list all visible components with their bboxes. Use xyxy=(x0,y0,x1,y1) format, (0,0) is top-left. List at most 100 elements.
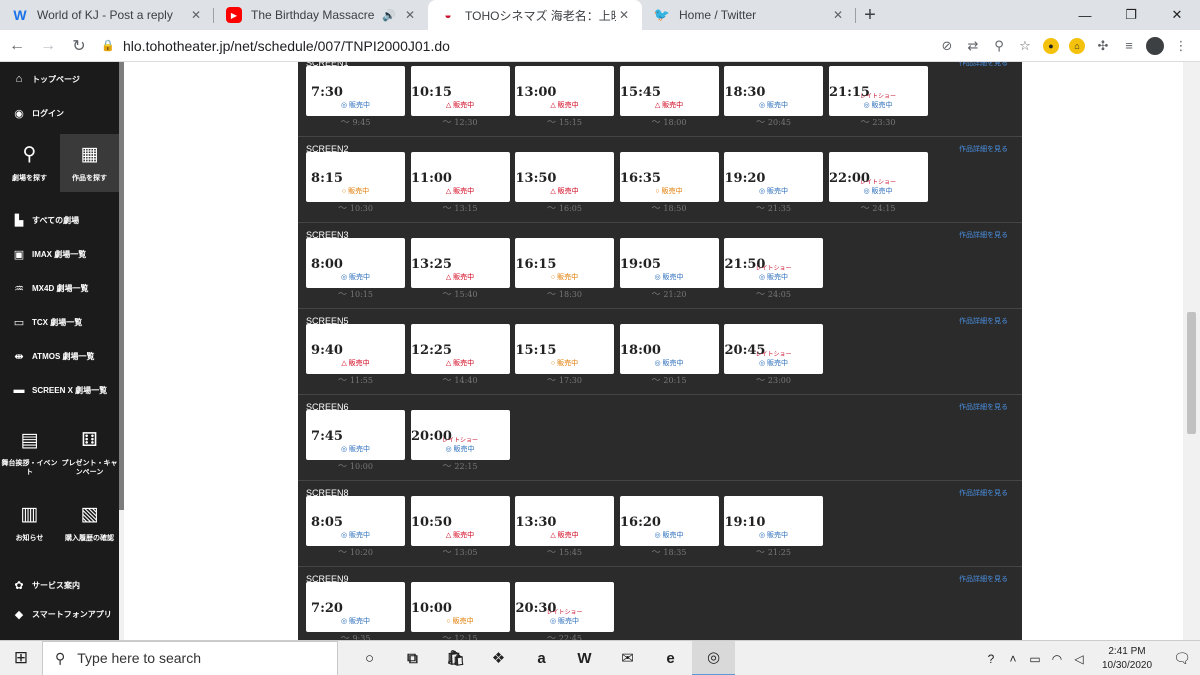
office-icon[interactable]: W xyxy=(563,641,606,675)
showtime-card[interactable]: 18:00 ～ 20:15 ◎ 販売中 xyxy=(619,324,719,386)
showtime-card[interactable]: 10:00 ～ 12:15 ○ 販売中 xyxy=(410,582,510,640)
clock[interactable]: 2:41 PM 10/30/2020 xyxy=(1090,645,1164,673)
windows-start-icon[interactable]: ⊞ xyxy=(0,641,42,675)
sidebar-item[interactable]: ◉ ログイン xyxy=(0,102,119,124)
tab-2[interactable]: ▶ The Birthday Massacre - Sup 🔊 ✕ xyxy=(214,0,428,30)
mail-icon[interactable]: ✉ xyxy=(606,641,649,675)
detail-link[interactable]: 作品詳細を見る xyxy=(959,574,1008,584)
showtime-card[interactable]: 13:25 ～ 15:40 △ 販売中 xyxy=(410,238,510,300)
task-view-icon[interactable]: ⧉ xyxy=(391,641,434,675)
battery-icon[interactable]: ▭ xyxy=(1024,652,1046,666)
forward-button[interactable]: → xyxy=(34,32,62,60)
showtime-card[interactable]: 15:15 ～ 17:30 ○ 販売中 xyxy=(515,324,614,386)
extension-a-icon[interactable]: ● xyxy=(1043,37,1059,54)
showtime-card[interactable]: 12:25 ～ 14:40 △ 販売中 xyxy=(410,324,510,386)
sidebar-scrollbar-thumb[interactable] xyxy=(119,62,124,510)
tab-close-icon[interactable]: ✕ xyxy=(830,8,846,22)
detail-link[interactable]: 作品詳細を見る xyxy=(959,144,1008,154)
showtime-card[interactable]: 7:20 ～ 9:35 ◎ 販売中 xyxy=(306,582,405,640)
sidebar-tile[interactable]: ▥ お知らせ xyxy=(0,490,59,556)
showtime-card[interactable]: 19:10 ～ 21:25 ◎ 販売中 xyxy=(724,496,823,558)
sidebar-item[interactable]: ▭ TCX 劇場一覧 xyxy=(0,311,119,333)
showtime-card[interactable]: 13:30 ～ 15:45 △ 販売中 xyxy=(515,496,614,558)
tab-4[interactable]: 🐦 Home / Twitter ✕ xyxy=(642,0,856,30)
showtime-card[interactable]: 7:45 ～ 10:00 ◎ 販売中 xyxy=(306,410,405,472)
blocked-icon[interactable]: ⊘ xyxy=(934,33,960,59)
showtime-card[interactable]: 18:30 ～ 20:45 ◎ 販売中 xyxy=(724,66,823,128)
store-icon[interactable]: 🛍 xyxy=(434,641,477,675)
detail-link[interactable]: 作品詳細を見る xyxy=(959,488,1008,498)
volume-icon[interactable]: ◁ xyxy=(1068,652,1090,666)
sidebar-item[interactable]: ▬ SCREEN X 劇場一覧 xyxy=(0,379,119,401)
sidebar-tile[interactable]: ⚲ 劇場を探す xyxy=(0,134,59,192)
tab-close-icon[interactable]: ✕ xyxy=(402,8,418,22)
sidebar-item[interactable]: ⇹ ATMOS 劇場一覧 xyxy=(0,345,119,367)
chrome-icon[interactable]: ◎ xyxy=(692,640,735,675)
minimize-button[interactable]: — xyxy=(1062,0,1108,30)
showtime-card[interactable]: 8:05 ～ 10:20 ◎ 販売中 xyxy=(306,496,405,558)
sidebar-item[interactable]: ♒ MX4D 劇場一覧 xyxy=(0,277,119,299)
address-bar[interactable]: 🔒 hlo.tohotheater.jp/net/schedule/007/TN… xyxy=(101,32,934,60)
menu-icon[interactable]: ⋮ xyxy=(1168,33,1194,59)
reload-button[interactable]: ↻ xyxy=(65,32,93,60)
amazon-icon[interactable]: a xyxy=(520,641,563,675)
detail-link[interactable]: 作品詳細を見る xyxy=(959,230,1008,240)
showtime-card[interactable]: 15:45 ～ 18:00 △ 販売中 xyxy=(619,66,719,128)
showtime-card[interactable]: 20:00 ～ 22:15 レイトショー ◎ 販売中 xyxy=(410,410,510,472)
window-close-button[interactable]: ✕ xyxy=(1154,0,1200,30)
showtime-card[interactable]: 16:35 ～ 18:50 ○ 販売中 xyxy=(619,152,719,214)
taskbar-search[interactable]: ⚲ Type here to search xyxy=(42,640,338,675)
sidebar-tile[interactable]: ▤ 舞台挨拶・イベント xyxy=(0,420,59,486)
sidebar-tile[interactable]: ⚅ プレゼント・キャンペーン xyxy=(60,420,119,486)
showtime-card[interactable]: 19:20 ～ 21:35 ◎ 販売中 xyxy=(724,152,823,214)
page-scrollbar-thumb[interactable] xyxy=(1187,312,1196,434)
showtime-card[interactable]: 7:30 ～ 9:45 ◎ 販売中 xyxy=(306,66,405,128)
help-icon[interactable]: ? xyxy=(980,652,1002,666)
sidebar-item[interactable]: ▙ すべての劇場 xyxy=(0,209,119,231)
showtime-card[interactable]: 16:15 ～ 18:30 ○ 販売中 xyxy=(515,238,614,300)
media-icon[interactable]: ≡ xyxy=(1116,33,1142,59)
showtime-card[interactable]: 9:40 ～ 11:55 △ 販売中 xyxy=(306,324,405,386)
sidebar-item[interactable]: ✿ サービス案内 xyxy=(0,574,119,596)
cortana-icon[interactable]: ○ xyxy=(348,641,391,675)
showtime-card[interactable]: 19:05 ～ 21:20 ◎ 販売中 xyxy=(619,238,719,300)
new-tab-button[interactable]: + xyxy=(856,0,884,30)
translate-icon[interactable]: ⇄ xyxy=(960,33,986,59)
showtime-card[interactable]: 16:20 ～ 18:35 ◎ 販売中 xyxy=(619,496,719,558)
showtime-card[interactable]: 22:00 ～ 24:15 レイトショー ◎ 販売中 xyxy=(828,152,928,214)
showtime-card[interactable]: 13:00 ～ 15:15 △ 販売中 xyxy=(515,66,614,128)
tab-3[interactable]: ◒ TOHOシネマズ 海老名：上映スケジ✕ xyxy=(428,0,642,30)
tab-1[interactable]: W World of KJ - Post a reply ✕ xyxy=(0,0,214,30)
detail-link[interactable]: 作品詳細を見る xyxy=(959,402,1008,412)
dropbox-icon[interactable]: ❖ xyxy=(477,641,520,675)
speaker-icon[interactable]: 🔊 xyxy=(382,9,396,22)
maximize-button[interactable]: ❐ xyxy=(1108,0,1154,30)
edge-icon[interactable]: e xyxy=(649,641,692,675)
sidebar-item[interactable]: ▣ IMAX 劇場一覧 xyxy=(0,243,119,265)
zoom-icon[interactable]: ⚲ xyxy=(986,33,1012,59)
sidebar-item[interactable]: ⌂ トップページ xyxy=(0,68,119,90)
notifications-icon[interactable]: 🗨 xyxy=(1164,650,1200,667)
detail-link[interactable]: 作品詳細を見る xyxy=(959,316,1008,326)
showtime-card[interactable]: 13:50 ～ 16:05 △ 販売中 xyxy=(515,152,614,214)
page-scrollbar[interactable] xyxy=(1183,62,1200,640)
extension-b-icon[interactable]: ⌂ xyxy=(1069,37,1085,54)
profile-avatar[interactable] xyxy=(1146,36,1164,55)
sidebar-tile[interactable]: ▦ 作品を探す xyxy=(60,134,119,192)
bookmark-star-icon[interactable]: ☆ xyxy=(1012,33,1038,59)
tab-close-icon[interactable]: ✕ xyxy=(616,8,632,22)
showtime-card[interactable]: 10:15 ～ 12:30 △ 販売中 xyxy=(410,66,510,128)
sidebar-tile[interactable]: ▧ 購入履歴の確認 xyxy=(60,490,119,556)
sidebar-item[interactable]: ◆ スマートフォンアプリ xyxy=(0,603,119,625)
wifi-icon[interactable]: ◠ xyxy=(1046,652,1068,666)
showtime-card[interactable]: 8:00 ～ 10:15 ◎ 販売中 xyxy=(306,238,405,300)
showtime-card[interactable]: 10:50 ～ 13:05 △ 販売中 xyxy=(410,496,510,558)
showtime-card[interactable]: 8:15 ～ 10:30 ○ 販売中 xyxy=(306,152,405,214)
showtime-card[interactable]: 20:30 ～ 22:45 レイトショー ◎ 販売中 xyxy=(515,582,614,640)
showtime-card[interactable]: 21:50 ～ 24:05 レイトショー ◎ 販売中 xyxy=(724,238,823,300)
sidebar-scrollbar[interactable] xyxy=(119,62,124,640)
showtime-card[interactable]: 21:15 ～ 23:30 レイトショー ◎ 販売中 xyxy=(828,66,928,128)
back-button[interactable]: ← xyxy=(3,32,31,60)
detail-link[interactable]: 作品詳細を見る xyxy=(959,62,1008,68)
tray-chevron-icon[interactable]: ˄ xyxy=(1002,652,1024,666)
